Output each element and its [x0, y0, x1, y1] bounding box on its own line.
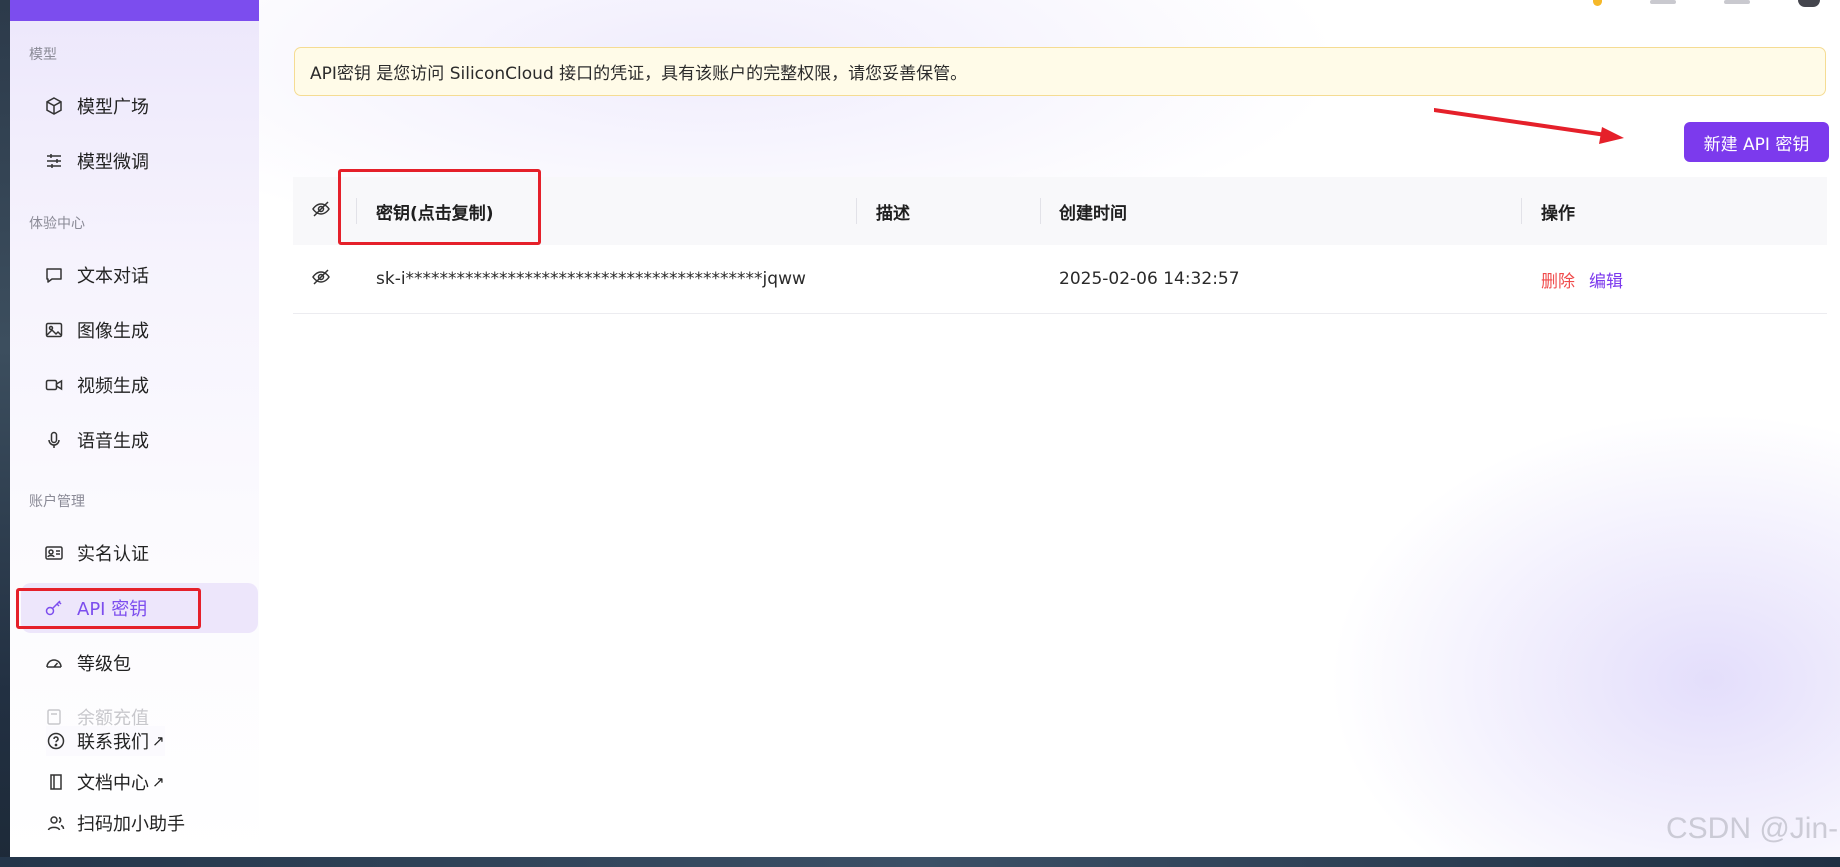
header-description: 描述 [876, 203, 910, 224]
avatar[interactable] [1798, 0, 1820, 7]
sidebar-group-title-account: 账户管理 [29, 494, 85, 510]
column-separator [1521, 198, 1522, 224]
sidebar-item-text-chat[interactable]: 文本对话 [21, 250, 258, 300]
eye-off-icon [311, 199, 331, 224]
sidebar-item-label: 视频生成 [77, 376, 149, 397]
table-row: sk-i************************************… [293, 245, 1827, 314]
column-separator [1040, 198, 1041, 224]
contact-us-link[interactable]: 联系我们 ↗ [46, 726, 165, 756]
sidebar-item-video-gen[interactable]: 视频生成 [21, 360, 258, 410]
external-link-icon: ↗ [152, 773, 165, 791]
column-separator [856, 198, 857, 224]
contact-us-label: 联系我们 [77, 732, 149, 753]
cube-icon [44, 96, 64, 116]
new-api-key-button[interactable]: 新建 API 密钥 [1684, 122, 1829, 162]
book-icon [46, 772, 66, 792]
header-actions: 操作 [1541, 203, 1575, 224]
sidebar-item-image-gen[interactable]: 图像生成 [21, 305, 258, 355]
sidebar-group-title-model: 模型 [29, 47, 57, 63]
desktop-background-bottom [0, 857, 1840, 867]
docs-center-label: 文档中心 [77, 773, 149, 794]
sidebar-item-label: 图像生成 [77, 321, 149, 342]
toggle-key-visibility[interactable] [311, 245, 331, 313]
sidebar-item-label: 实名认证 [77, 544, 149, 565]
sidebar-item-level-pack[interactable]: 等级包 [21, 638, 258, 688]
help-circle-icon [46, 731, 66, 751]
key-icon [44, 598, 64, 618]
sidebar: 模型 模型广场 模型微调 体验中心 文本对话 图像生成 视频生成 语音生成 账户… [10, 0, 260, 857]
header-created-time: 创建时间 [1059, 203, 1127, 224]
topbar-text-stub [1650, 0, 1676, 4]
chat-bubble-icon [44, 265, 64, 285]
users-icon [46, 813, 66, 833]
assistant-qr-link[interactable]: 扫码加小助手 [46, 808, 185, 838]
table-header: 密钥(点击复制) 描述 创建时间 操作 [293, 177, 1827, 246]
gauge-icon [44, 653, 64, 673]
wallet-icon [44, 707, 64, 727]
sidebar-item-label: 语音生成 [77, 431, 149, 452]
api-key-table: 密钥(点击复制) 描述 创建时间 操作 sk-i****************… [293, 169, 1827, 314]
toggle-visibility-all[interactable] [311, 177, 331, 245]
assistant-qr-label: 扫码加小助手 [77, 814, 185, 835]
docs-center-link[interactable]: 文档中心 ↗ [46, 767, 165, 797]
sidebar-item-label: API 密钥 [77, 599, 148, 620]
api-key-value[interactable]: sk-i************************************… [376, 245, 806, 313]
sliders-icon [44, 151, 64, 171]
topbar-partial [1593, 0, 1820, 8]
sidebar-item-label: 模型广场 [77, 97, 149, 118]
sidebar-item-label: 模型微调 [77, 152, 149, 173]
external-link-icon: ↗ [152, 732, 165, 750]
id-card-icon [44, 543, 64, 563]
delete-button[interactable]: 删除 [1541, 267, 1575, 292]
eye-off-icon [311, 267, 331, 292]
notice-banner: API密钥 是您访问 SiliconCloud 接口的凭证，具有该账户的完整权限… [294, 47, 1826, 96]
header-key: 密钥(点击复制) [376, 203, 494, 224]
desktop-background [0, 0, 10, 867]
api-key-created-time: 2025-02-06 14:32:57 [1059, 269, 1240, 289]
sidebar-top-accent [10, 0, 259, 21]
sidebar-item-model-finetune[interactable]: 模型微调 [21, 136, 258, 186]
app-window: 模型 模型广场 模型微调 体验中心 文本对话 图像生成 视频生成 语音生成 账户… [10, 0, 1840, 857]
coin-icon [1593, 0, 1602, 6]
topbar-text-stub [1724, 0, 1750, 4]
edit-button[interactable]: 编辑 [1589, 267, 1623, 292]
watermark: CSDN @Jin- [1666, 812, 1839, 845]
sidebar-item-api-keys[interactable]: API 密钥 [21, 583, 258, 633]
microphone-icon [44, 430, 64, 450]
image-icon [44, 320, 64, 340]
row-actions: 删除 编辑 [1541, 245, 1623, 313]
sidebar-item-audio-gen[interactable]: 语音生成 [21, 415, 258, 465]
sidebar-item-label: 等级包 [77, 654, 131, 675]
sidebar-item-real-name[interactable]: 实名认证 [21, 528, 258, 578]
annotation-arrow [1434, 108, 1624, 144]
sidebar-group-title-playground: 体验中心 [29, 216, 85, 232]
video-camera-icon [44, 375, 64, 395]
sidebar-item-model-square[interactable]: 模型广场 [21, 81, 258, 131]
column-separator [356, 198, 357, 224]
main-content: API密钥 是您访问 SiliconCloud 接口的凭证，具有该账户的完整权限… [259, 0, 1840, 857]
sidebar-item-label: 文本对话 [77, 266, 149, 287]
